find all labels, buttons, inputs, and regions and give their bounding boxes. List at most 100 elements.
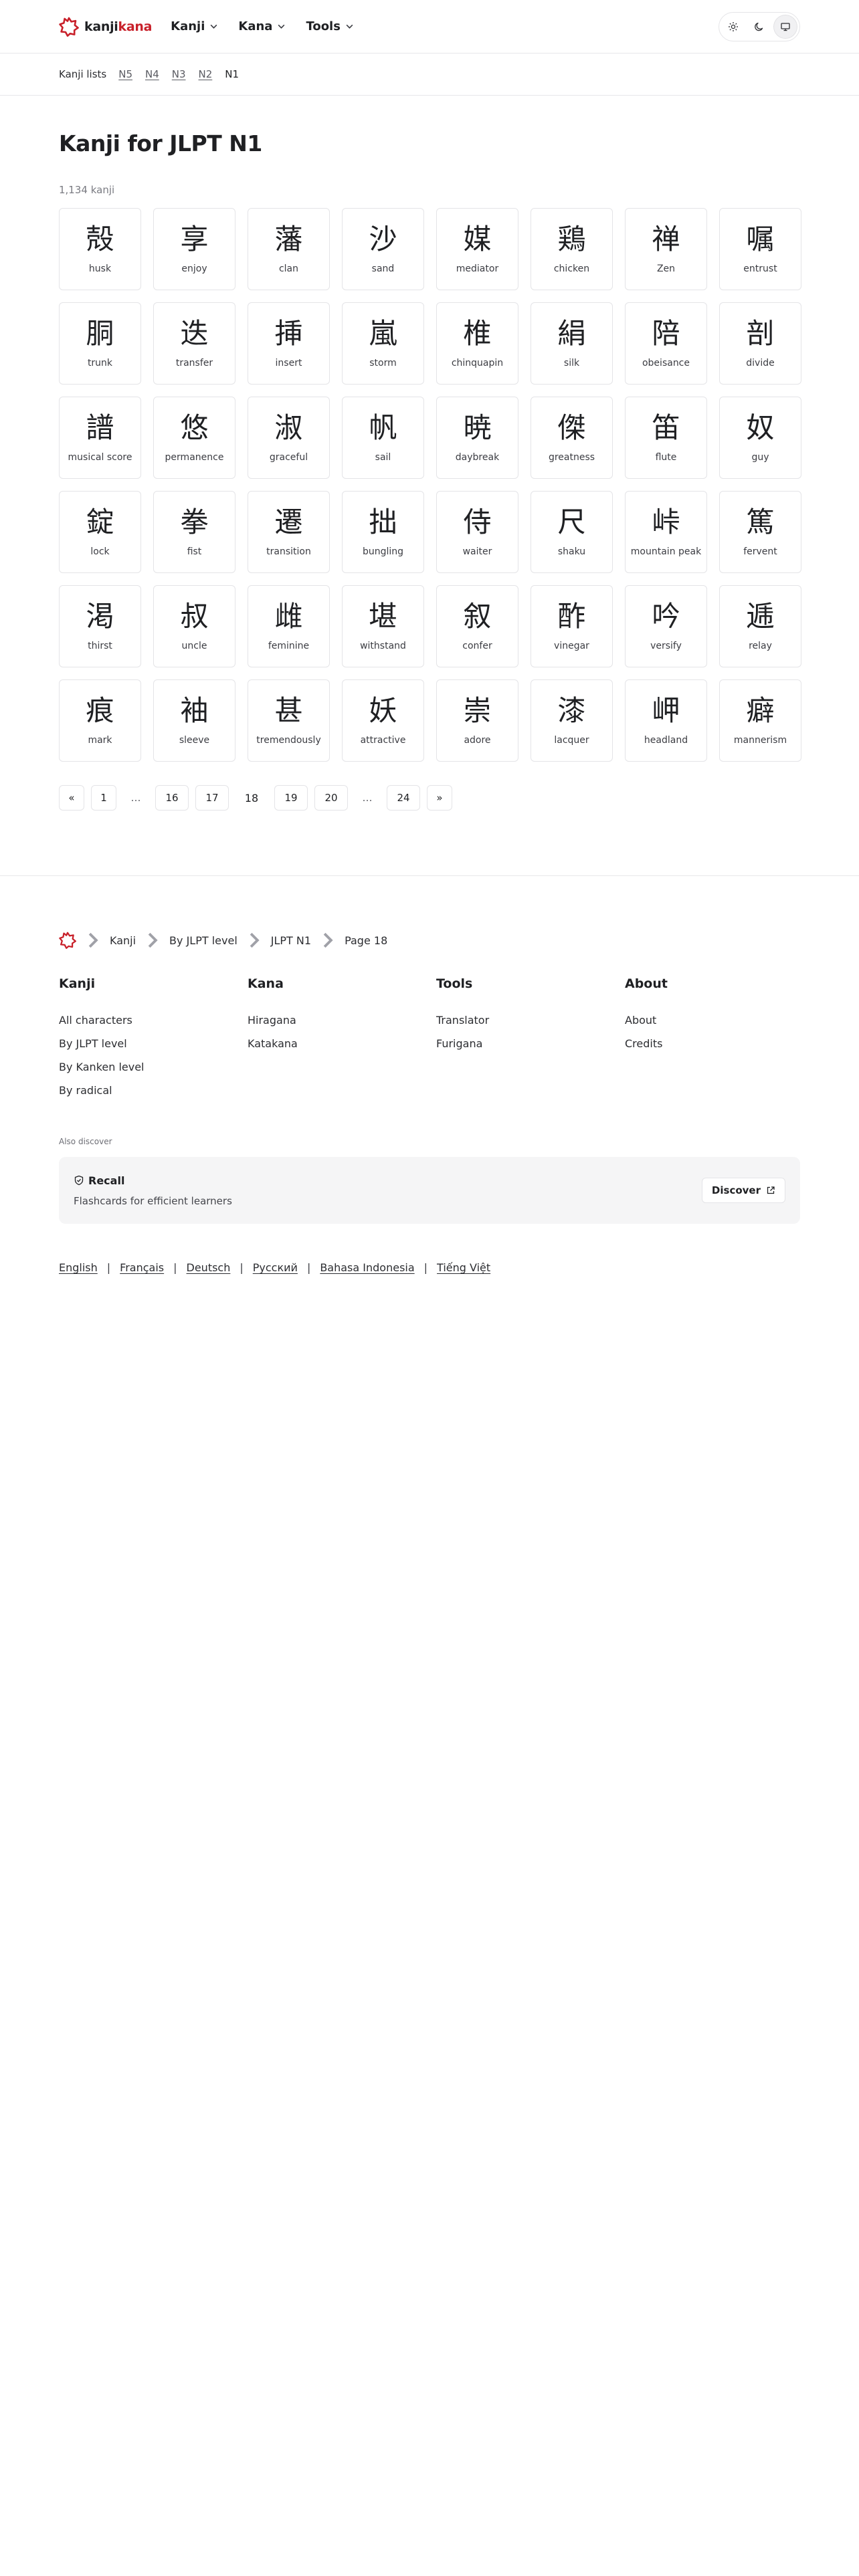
kanji-card[interactable]: 叔 uncle: [153, 585, 235, 667]
theme-light-button[interactable]: [722, 15, 745, 38]
kanji-card[interactable]: 遷 transition: [248, 491, 330, 573]
kanji-card[interactable]: 沙 sand: [342, 208, 424, 290]
footer-column-title: Kana: [248, 976, 284, 991]
kanji-card[interactable]: 笛 flute: [625, 397, 707, 479]
language-link[interactable]: Tiếng Việt: [437, 1261, 490, 1274]
theme-system-button[interactable]: [774, 15, 797, 38]
kanji-card[interactable]: 奴 guy: [719, 397, 801, 479]
kanji-card[interactable]: 痕 mark: [59, 679, 141, 762]
kanji-card[interactable]: 癖 mannerism: [719, 679, 801, 762]
kanji-card[interactable]: 崇 adore: [436, 679, 518, 762]
kanji-card[interactable]: 逓 relay: [719, 585, 801, 667]
footer-link-katakana[interactable]: Katakana: [248, 1037, 436, 1061]
language-link[interactable]: Français: [120, 1261, 164, 1274]
footer-column-kana: Kana Hiragana Katakana: [248, 976, 436, 1107]
kanji-card[interactable]: 峠 mountain peak: [625, 491, 707, 573]
kanji-card[interactable]: 侍 waiter: [436, 491, 518, 573]
kanji-card[interactable]: 帆 sail: [342, 397, 424, 479]
pagination-page-20[interactable]: 20: [314, 785, 348, 811]
subnav-link-n3[interactable]: N3: [172, 68, 186, 80]
kanji-card[interactable]: 鶏 chicken: [531, 208, 613, 290]
site-footer: Kanji By JLPT level JLPT N1 Page 18 Kanj…: [0, 875, 859, 1274]
theme-dark-button[interactable]: [748, 15, 771, 38]
discover-button[interactable]: Discover: [701, 1178, 785, 1203]
subnav-link-n4[interactable]: N4: [145, 68, 159, 80]
kanji-card[interactable]: 享 enjoy: [153, 208, 235, 290]
kanji-card[interactable]: 媒 mediator: [436, 208, 518, 290]
kanji-card[interactable]: 袖 sleeve: [153, 679, 235, 762]
kanji-card[interactable]: 傑 greatness: [531, 397, 613, 479]
kanji-card[interactable]: 陪 obeisance: [625, 302, 707, 385]
pagination-page-16[interactable]: 16: [155, 785, 189, 811]
footer-link-by-jlpt-level[interactable]: By JLPT level: [59, 1037, 248, 1061]
footer-column-title: About: [625, 976, 668, 991]
kanji-card[interactable]: 譜 musical score: [59, 397, 141, 479]
kanji-card[interactable]: 絹 silk: [531, 302, 613, 385]
nav-kanji-menu[interactable]: Kanji: [171, 19, 218, 33]
footer-link-hiragana[interactable]: Hiragana: [248, 1014, 436, 1037]
kanji-card[interactable]: 岬 headland: [625, 679, 707, 762]
footer-link-about[interactable]: About: [625, 1014, 814, 1037]
logo-link[interactable]: kanjikana: [59, 17, 152, 37]
kanji-card[interactable]: 拙 bungling: [342, 491, 424, 573]
language-separator: |: [423, 1261, 428, 1274]
pagination-prev-button[interactable]: «: [59, 785, 84, 811]
kanji-card[interactable]: 叙 confer: [436, 585, 518, 667]
language-separator: |: [173, 1261, 177, 1274]
kanji-card[interactable]: 挿 insert: [248, 302, 330, 385]
language-link[interactable]: English: [59, 1261, 98, 1274]
kanji-card[interactable]: 尺 shaku: [531, 491, 613, 573]
footer-link-by-kanken-level[interactable]: By Kanken level: [59, 1061, 248, 1084]
kanji-card[interactable]: 漆 lacquer: [531, 679, 613, 762]
kanji-card[interactable]: 殻 husk: [59, 208, 141, 290]
pagination-current-page: 18: [244, 791, 259, 804]
kanji-card[interactable]: 甚 tremendously: [248, 679, 330, 762]
kanji-card[interactable]: 迭 transfer: [153, 302, 235, 385]
nav-kana-menu[interactable]: Kana: [238, 19, 286, 33]
kanji-card[interactable]: 酢 vinegar: [531, 585, 613, 667]
footer-link-by-radical[interactable]: By radical: [59, 1084, 248, 1107]
kanji-character: 峠: [652, 506, 680, 538]
kanji-card[interactable]: 吟 versify: [625, 585, 707, 667]
kanji-card[interactable]: 拳 fist: [153, 491, 235, 573]
breadcrumb-by-jlpt-level[interactable]: By JLPT level: [169, 934, 237, 947]
footer-link-translator[interactable]: Translator: [436, 1014, 625, 1037]
discover-button-label: Discover: [711, 1184, 761, 1196]
kanji-meaning: relay: [749, 641, 772, 651]
kanji-card[interactable]: 剖 divide: [719, 302, 801, 385]
kanji-card[interactable]: 椎 chinquapin: [436, 302, 518, 385]
kanji-card[interactable]: 淑 graceful: [248, 397, 330, 479]
kanji-card[interactable]: 篤 fervent: [719, 491, 801, 573]
nav-tools-menu[interactable]: Tools: [306, 19, 354, 33]
subnav-link-n5[interactable]: N5: [118, 68, 132, 80]
kanji-card[interactable]: 暁 daybreak: [436, 397, 518, 479]
breadcrumb-kanji[interactable]: Kanji: [110, 934, 136, 947]
kanji-card[interactable]: 錠 lock: [59, 491, 141, 573]
kanji-card[interactable]: 嵐 storm: [342, 302, 424, 385]
footer-link-credits[interactable]: Credits: [625, 1037, 814, 1061]
subnav-link-n2[interactable]: N2: [199, 68, 213, 80]
kanji-character: 崇: [463, 694, 492, 727]
pagination-next-button[interactable]: »: [427, 785, 452, 811]
language-link[interactable]: Bahasa Indonesia: [320, 1261, 414, 1274]
kanji-card[interactable]: 堪 withstand: [342, 585, 424, 667]
kanji-card[interactable]: 雌 feminine: [248, 585, 330, 667]
kanji-card[interactable]: 悠 permanence: [153, 397, 235, 479]
footer-link-all-characters[interactable]: All characters: [59, 1014, 248, 1037]
language-link[interactable]: Deutsch: [187, 1261, 231, 1274]
pagination-page-last[interactable]: 24: [387, 785, 420, 811]
pagination-page-first[interactable]: 1: [91, 785, 116, 811]
footer-link-furigana[interactable]: Furigana: [436, 1037, 625, 1061]
kanji-card[interactable]: 妖 attractive: [342, 679, 424, 762]
pagination-page-17[interactable]: 17: [195, 785, 229, 811]
language-link[interactable]: Русский: [253, 1261, 298, 1274]
kanji-card[interactable]: 嘱 entrust: [719, 208, 801, 290]
kanji-card[interactable]: 藩 clan: [248, 208, 330, 290]
kanji-character: 絹: [557, 317, 586, 350]
kanji-card[interactable]: 胴 trunk: [59, 302, 141, 385]
breadcrumb-jlpt-n1[interactable]: JLPT N1: [271, 934, 311, 947]
pagination-page-19[interactable]: 19: [274, 785, 308, 811]
breadcrumb-home-link[interactable]: [59, 932, 76, 949]
kanji-card[interactable]: 禅 Zen: [625, 208, 707, 290]
kanji-card[interactable]: 渇 thirst: [59, 585, 141, 667]
